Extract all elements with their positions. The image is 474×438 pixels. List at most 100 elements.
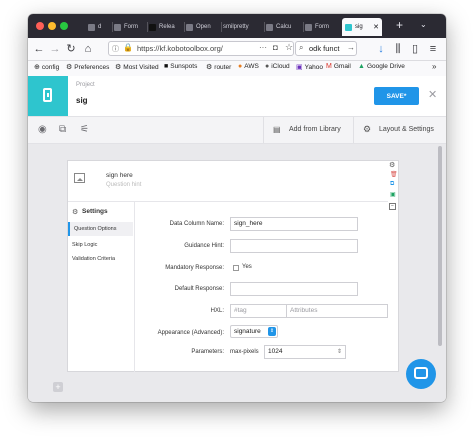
bookmark-star-icon[interactable]: ☆	[285, 42, 293, 53]
library-icon[interactable]: ⫼	[391, 42, 405, 56]
question-hint-input[interactable]: Question hint	[106, 182, 141, 188]
gear-icon: ⚙	[66, 64, 73, 71]
new-tab-icon[interactable]: +	[396, 18, 403, 32]
tab-favicon	[266, 23, 273, 31]
search-bar[interactable]: ⌕ odk funct →	[295, 41, 357, 56]
back-icon[interactable]: ←	[32, 42, 46, 56]
tab-0[interactable]: d	[88, 18, 110, 36]
bookmarks-bar: ⊕ config ⚙ Preferences ⚙ Most Visited ■ Suns…	[28, 61, 446, 77]
downloads-icon[interactable]: ↓	[374, 42, 388, 56]
home-icon[interactable]: ⌂	[81, 42, 95, 56]
tab-2[interactable]: Relea	[149, 18, 183, 36]
tab-divider	[303, 22, 304, 32]
guidance-hint-input[interactable]	[230, 239, 358, 253]
layout-settings-button[interactable]: Layout & Settings	[379, 126, 434, 133]
gear-icon: ⚙	[72, 209, 79, 216]
form-toolbar: ◉ ⧉ ⚟ ▤ Add from Library ⚙ Layout & Sett…	[28, 117, 446, 144]
forward-icon[interactable]: →	[48, 42, 62, 56]
mandatory-yes-label: Yes	[242, 264, 252, 270]
hxl-attributes-input[interactable]: Attributes	[286, 304, 388, 318]
mandatory-response-label: Mandatory Response:	[165, 265, 224, 271]
add-question-button[interactable]: +	[53, 382, 63, 392]
question-label-input[interactable]: sign here	[106, 172, 133, 179]
globe-icon: ⊕	[34, 64, 40, 71]
tab-1[interactable]: Form	[114, 18, 146, 36]
bookmark-gmail[interactable]: M Gmail	[326, 63, 351, 70]
support-chat-button[interactable]	[406, 359, 436, 389]
more-bookmarks-chevron-icon[interactable]: »	[432, 62, 436, 71]
gear-icon: ⚙	[115, 64, 122, 71]
bookmark-label: Yahoo	[304, 63, 323, 71]
add-from-library-button[interactable]: Add from Library	[289, 126, 341, 133]
tab-label: d	[98, 24, 102, 30]
tab-divider	[112, 22, 113, 32]
menu-label: Question Options	[74, 226, 117, 232]
bookmark-aws[interactable]: ● AWS	[238, 63, 259, 70]
mandatory-checkbox[interactable]	[233, 265, 239, 271]
site-info-icon[interactable]: ⓘ	[112, 44, 119, 54]
appearance-selected-value: signature	[234, 328, 261, 335]
bookmark-label: Gmail	[333, 63, 351, 70]
gear-icon: ⚙	[363, 124, 372, 134]
menu-validation-criteria[interactable]: Validation Criteria	[72, 256, 115, 262]
bookmark-label: AWS	[244, 63, 259, 70]
search-input[interactable]: odk funct	[309, 44, 339, 53]
bookmark-yahoo[interactable]: ▣ Yahoo	[296, 63, 323, 72]
image-question-icon	[74, 173, 85, 183]
tab-3[interactable]: Open	[186, 18, 220, 36]
menu-skip-logic[interactable]: Skip Logic	[72, 242, 97, 248]
sidebar-icon[interactable]: ▯	[408, 42, 422, 56]
data-column-name-input[interactable]: sign_here	[230, 217, 358, 231]
search-go-icon[interactable]: →	[347, 43, 355, 52]
menu-icon[interactable]: ≡	[426, 42, 440, 56]
settings-gear-icon[interactable]: ⚙	[389, 161, 395, 169]
hxl-tag-input[interactable]: #tag	[230, 304, 287, 318]
clone-icon[interactable]: ⧉	[59, 124, 66, 135]
default-response-input[interactable]	[230, 282, 358, 296]
browser-window: d Form Relea Open smilpretty Calcu Form …	[28, 14, 446, 402]
tab-label: Form	[124, 24, 138, 30]
duplicate-icon[interactable]: ⧉	[390, 181, 394, 188]
max-pixels-input[interactable]: 1024 ⇕	[264, 345, 346, 359]
bookmark-most-visited[interactable]: ⚙ Most Visited	[115, 63, 159, 72]
save-button[interactable]: SAVE*	[374, 87, 419, 105]
tab-label: smilpretty	[223, 24, 249, 30]
page-actions-icon[interactable]: ···	[259, 43, 267, 52]
bookmark-label: Google Drive	[366, 63, 405, 70]
navigation-bar: ← → ↻ ⌂ ⓘ 🔒 https://kf.kobotoolbox.org/ …	[28, 38, 446, 61]
delete-icon[interactable]: 🗑	[390, 171, 398, 178]
bookmark-google-drive[interactable]: ▲ Google Drive	[358, 63, 405, 70]
maximize-window-button[interactable]	[60, 22, 68, 30]
bookmark-icloud[interactable]: ● iCloud	[265, 63, 290, 70]
project-name-input[interactable]: sig	[76, 94, 368, 108]
stepper-icon[interactable]: ⇕	[337, 346, 342, 358]
reload-icon[interactable]: ↻	[64, 42, 78, 56]
close-icon[interactable]: ✕	[428, 88, 437, 101]
tab-4[interactable]: smilpretty	[223, 18, 263, 36]
settings-title: Settings	[82, 208, 108, 215]
close-window-button[interactable]	[36, 22, 44, 30]
tab-5[interactable]: Calcu	[266, 18, 302, 36]
add-to-library-icon[interactable]: ▣	[390, 191, 396, 198]
address-bar[interactable]: ⓘ 🔒 https://kf.kobotoolbox.org/ ··· ◘ ☆	[108, 41, 294, 56]
max-pixels-label: max-pixels	[230, 349, 259, 355]
bookmark-preferences[interactable]: ⚙ Preferences	[66, 63, 109, 72]
gear-icon: ⚙	[206, 64, 213, 71]
bookmark-sunspots[interactable]: ■ Sunspots	[164, 63, 197, 70]
logic-icon[interactable]: ⚟	[80, 124, 89, 135]
minimize-window-button[interactable]	[48, 22, 56, 30]
canvas-scrollbar[interactable]	[438, 146, 442, 346]
tab-list-chevron-icon[interactable]: ⌄	[420, 20, 427, 29]
kobo-logo[interactable]	[28, 76, 68, 116]
appearance-select[interactable]: signature ⇕	[230, 325, 278, 338]
bookmark-config[interactable]: ⊕ config	[34, 63, 59, 72]
collapse-icon[interactable]: −	[389, 203, 396, 210]
preview-eye-icon[interactable]: ◉	[38, 124, 47, 135]
close-tab-icon[interactable]: ✕	[373, 23, 379, 31]
tab-divider	[221, 22, 222, 32]
tab-7-active[interactable]: sig ✕	[342, 18, 382, 36]
tab-6[interactable]: Form	[305, 18, 339, 36]
parameters-label: Parameters:	[191, 349, 224, 355]
bookmark-router[interactable]: ⚙ router	[206, 63, 231, 72]
pocket-icon[interactable]: ◘	[273, 43, 278, 52]
